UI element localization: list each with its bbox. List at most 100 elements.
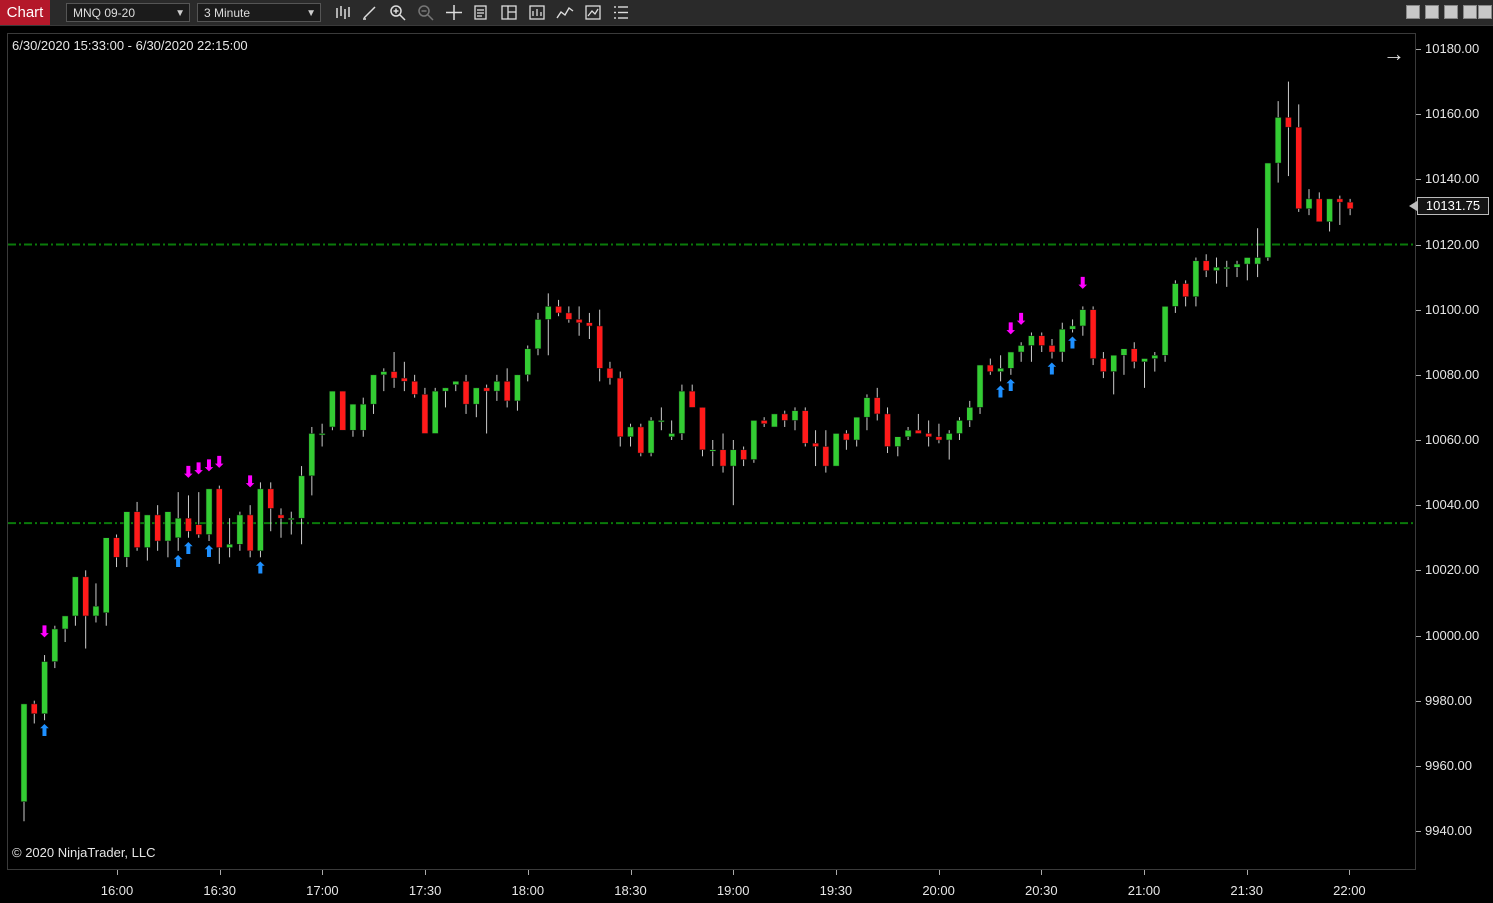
candle bbox=[1336, 195, 1344, 225]
candle bbox=[822, 430, 830, 473]
candle-body-up bbox=[92, 605, 100, 617]
x-axis-label: 21:00 bbox=[1127, 883, 1161, 898]
candle-body-down bbox=[555, 306, 562, 314]
candle-body-down bbox=[596, 325, 603, 369]
candle-body-down bbox=[781, 413, 788, 421]
x-axis-tick bbox=[938, 870, 940, 875]
candle bbox=[1007, 351, 1015, 375]
candle-body-down bbox=[216, 488, 223, 548]
candle bbox=[1182, 280, 1189, 307]
candle-body-down bbox=[606, 368, 614, 379]
candle-body-down bbox=[884, 413, 891, 447]
candle bbox=[339, 390, 346, 431]
y-axis-tick bbox=[1416, 765, 1421, 767]
candle-body-down bbox=[421, 394, 429, 434]
candle-body-up bbox=[236, 514, 244, 545]
y-axis-tick bbox=[1416, 309, 1421, 311]
candle bbox=[195, 492, 203, 538]
y-axis-tick bbox=[1416, 440, 1421, 441]
candle bbox=[82, 570, 89, 649]
candle bbox=[308, 426, 316, 496]
candle-body-up bbox=[370, 374, 377, 405]
candle-body-up bbox=[966, 407, 974, 421]
y-axis-label: 10160.00 bbox=[1425, 106, 1480, 122]
long-signal-arrow-icon: ⬆ bbox=[1045, 360, 1058, 379]
y-axis-label: 10020.00 bbox=[1425, 562, 1480, 578]
x-axis-tick bbox=[630, 870, 632, 875]
candle-body-down bbox=[1316, 198, 1323, 222]
candle-body-up bbox=[329, 390, 336, 428]
candle-body-down bbox=[31, 703, 38, 714]
candle bbox=[534, 312, 542, 356]
y-axis-tick bbox=[1416, 114, 1421, 116]
y-axis-tick bbox=[1416, 49, 1421, 50]
candle-body-down bbox=[586, 322, 593, 327]
candle-body-up bbox=[308, 433, 316, 477]
short-signal-arrow-icon: ⬇ bbox=[213, 453, 226, 472]
candle-body-down bbox=[411, 381, 418, 395]
candle-body-up bbox=[102, 537, 110, 613]
candle bbox=[102, 537, 110, 626]
candle-body-down bbox=[339, 390, 346, 431]
candle-body-up bbox=[298, 475, 305, 519]
candle-body-up bbox=[442, 387, 449, 392]
y-axis-label: 9960.00 bbox=[1425, 757, 1472, 773]
candle bbox=[442, 387, 449, 408]
candle bbox=[164, 511, 172, 558]
candle bbox=[72, 576, 79, 626]
scroll-right-arrow-icon[interactable]: → bbox=[1383, 41, 1405, 67]
y-axis-label: 10060.00 bbox=[1425, 432, 1480, 447]
y-axis-label: 9980.00 bbox=[1425, 692, 1472, 708]
candle-body-up bbox=[894, 436, 902, 447]
candle bbox=[668, 420, 675, 440]
candle bbox=[1130, 342, 1138, 369]
short-signal-arrow-icon: ⬇ bbox=[1014, 309, 1027, 328]
candle-body-down bbox=[1295, 126, 1302, 209]
candle bbox=[1274, 101, 1282, 183]
candle-body-up bbox=[1059, 328, 1066, 353]
candle-body-up bbox=[853, 416, 860, 441]
candle-body-up bbox=[709, 449, 717, 452]
candle-body-up bbox=[945, 433, 953, 441]
candle bbox=[760, 417, 768, 427]
candle-body-down bbox=[154, 514, 161, 542]
candle bbox=[740, 446, 747, 467]
candle-body-up bbox=[514, 374, 521, 402]
candle-body-up bbox=[1254, 257, 1261, 265]
candle bbox=[904, 426, 912, 440]
candle bbox=[329, 390, 336, 431]
candle bbox=[730, 440, 737, 506]
candle-body-down bbox=[1130, 348, 1138, 363]
x-axis-label: 16:30 bbox=[203, 883, 236, 898]
candle-body-down bbox=[462, 381, 470, 405]
candle-body-up bbox=[1305, 198, 1313, 209]
candle bbox=[699, 407, 706, 457]
candle-body-down bbox=[390, 371, 398, 379]
long-signal-arrow-icon: ⬆ bbox=[202, 542, 215, 561]
candle-body-down bbox=[1346, 201, 1354, 209]
candle-body-down bbox=[565, 312, 573, 320]
candle bbox=[1295, 104, 1302, 212]
long-signal-arrow-icon: ⬆ bbox=[1004, 376, 1017, 395]
candle bbox=[20, 703, 28, 822]
date-range-label: 6/30/2020 15:33:00 - 6/30/2020 22:15:00 bbox=[12, 38, 248, 53]
x-axis-label: 20:00 bbox=[922, 883, 955, 898]
candle-body-up bbox=[473, 387, 480, 405]
candle bbox=[812, 430, 819, 467]
candle bbox=[349, 403, 357, 437]
candle bbox=[483, 384, 490, 434]
x-axis-tick bbox=[425, 870, 427, 875]
candle bbox=[514, 374, 521, 411]
candle bbox=[853, 416, 860, 447]
candle bbox=[956, 417, 963, 440]
candle-body-up bbox=[359, 403, 367, 431]
candle bbox=[586, 312, 593, 339]
candle bbox=[1100, 352, 1107, 379]
candle bbox=[925, 420, 932, 447]
candle bbox=[298, 466, 305, 545]
candle bbox=[1059, 322, 1066, 362]
candle-body-down bbox=[812, 443, 819, 447]
candle-body-up bbox=[1213, 267, 1220, 271]
candle bbox=[51, 625, 59, 669]
candle bbox=[791, 407, 799, 431]
